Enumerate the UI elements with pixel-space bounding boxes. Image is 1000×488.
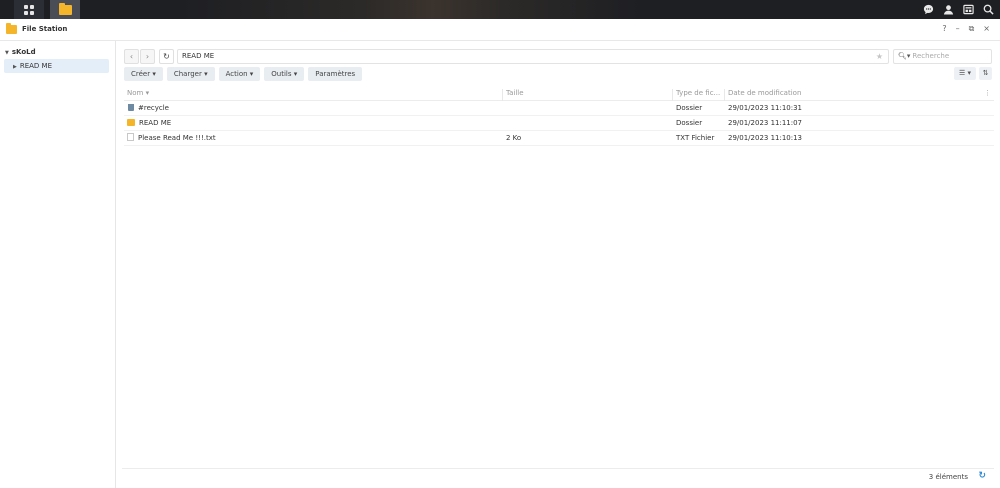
settings-button[interactable]: Paramètres <box>308 67 363 81</box>
help-button[interactable]: ? <box>942 24 946 34</box>
table-header: Nom ▾ Taille Type de fic... Date de modi… <box>124 87 994 101</box>
tree-root-item[interactable]: ▼ sKoLd <box>0 46 115 58</box>
file-table: Nom ▾ Taille Type de fic... Date de modi… <box>124 87 994 146</box>
file-station-icon <box>6 23 17 34</box>
trash-icon <box>128 103 134 111</box>
file-date: 29/01/2023 11:10:13 <box>728 134 803 142</box>
search-input[interactable]: 🔍︎▾ Recherche <box>893 49 992 64</box>
taskbar <box>0 0 1000 19</box>
file-size: 2 Ko <box>506 134 522 142</box>
file-name: Please Read Me !!!.txt <box>138 134 216 142</box>
path-text: READ ME <box>182 52 215 60</box>
back-button[interactable]: ‹ <box>124 49 139 64</box>
sort-icon: ⇅ <box>982 69 989 77</box>
header-type[interactable]: Type de fic... <box>676 89 720 97</box>
caret-down-icon[interactable]: ▼ <box>5 47 9 59</box>
navigation-bar: ‹ › ↻ READ ME ★ 🔍︎▾ Recherche <box>122 49 994 64</box>
status-bar: 3 éléments ↻ <box>122 468 994 484</box>
restore-button[interactable]: ⧉ <box>969 24 975 34</box>
sidebar-item-label: READ ME <box>19 62 53 70</box>
widgets-icon[interactable] <box>962 4 974 16</box>
window-title: File Station <box>22 25 68 33</box>
sort-button[interactable]: ⇅ <box>979 67 992 80</box>
folder-icon <box>58 2 72 15</box>
user-icon[interactable] <box>942 4 954 16</box>
path-field[interactable]: READ ME ★ <box>177 49 889 64</box>
file-type: Dossier <box>676 104 703 112</box>
upload-label: Charger <box>173 70 202 78</box>
file-date: 29/01/2023 11:10:31 <box>728 104 803 112</box>
header-name[interactable]: Nom ▾ <box>127 89 149 97</box>
wallpaper <box>180 0 640 19</box>
tools-button[interactable]: Outils ▾ <box>264 67 305 81</box>
folder-icon <box>127 118 135 126</box>
toolbar: Créer ▾ Charger ▾ Action ▾ Outils ▾ Para… <box>124 67 363 81</box>
window-titlebar[interactable]: File Station ? – ⧉ × <box>0 19 1000 41</box>
item-count: 3 éléments <box>928 473 968 481</box>
header-name-label: Nom <box>127 89 144 97</box>
refresh-icon[interactable]: ↻ <box>978 471 986 481</box>
taskbar-tray <box>922 0 994 19</box>
main-menu-button[interactable] <box>14 0 44 19</box>
upload-button[interactable]: Charger ▾ <box>166 67 215 81</box>
tools-label: Outils <box>271 70 292 78</box>
forward-button[interactable]: › <box>140 49 155 64</box>
column-divider[interactable] <box>724 89 725 101</box>
file-type: TXT Fichier <box>676 134 715 142</box>
star-icon[interactable]: ★ <box>876 50 883 63</box>
caret-right-icon[interactable]: ▶ <box>13 60 17 74</box>
file-name: READ ME <box>139 119 172 127</box>
minimize-button[interactable]: – <box>956 24 960 34</box>
create-button[interactable]: Créer ▾ <box>124 67 163 81</box>
chevron-right-icon: › <box>145 52 150 61</box>
sidebar-item-read-me[interactable]: ▶ READ ME <box>4 59 109 73</box>
file-type: Dossier <box>676 119 703 127</box>
window-controls: ? – ⧉ × <box>942 24 990 34</box>
search-icon[interactable] <box>982 4 994 16</box>
create-label: Créer <box>131 70 151 78</box>
list-icon: ☰ ▾ <box>958 69 971 77</box>
refresh-button[interactable]: ↻ <box>159 49 174 64</box>
table-row[interactable]: #recycle Dossier 29/01/2023 11:10:31 <box>124 101 994 116</box>
chevron-left-icon: ‹ <box>129 52 134 61</box>
search-placeholder: Recherche <box>912 52 950 60</box>
action-button[interactable]: Action ▾ <box>218 67 261 81</box>
view-controls: ☰ ▾ ⇅ <box>954 67 992 80</box>
column-menu-icon[interactable]: ⋮ <box>984 89 991 97</box>
sidebar: ▼ sKoLd ▶ READ ME <box>0 41 116 488</box>
text-file-icon <box>127 133 134 141</box>
main-panel: ‹ › ↻ READ ME ★ 🔍︎▾ Recherche Créer ▾ Cha… <box>122 41 994 488</box>
file-date: 29/01/2023 11:11:07 <box>728 119 803 127</box>
grid-icon <box>24 4 34 15</box>
taskbar-file-station-button[interactable] <box>50 0 80 19</box>
column-divider[interactable] <box>672 89 673 101</box>
chat-icon[interactable] <box>922 4 934 16</box>
list-view-button[interactable]: ☰ ▾ <box>954 67 976 80</box>
refresh-icon: ↻ <box>163 52 170 61</box>
header-date[interactable]: Date de modification <box>728 89 801 97</box>
close-button[interactable]: × <box>983 24 990 34</box>
table-row[interactable]: READ ME Dossier 29/01/2023 11:11:07 <box>124 116 994 131</box>
table-row[interactable]: Please Read Me !!!.txt 2 Ko TXT Fichier … <box>124 131 994 146</box>
header-size[interactable]: Taille <box>506 89 524 97</box>
file-name: #recycle <box>138 104 169 112</box>
column-divider[interactable] <box>502 89 503 101</box>
search-icon[interactable]: 🔍︎▾ <box>898 52 910 60</box>
action-label: Action <box>225 70 248 78</box>
tree-root-label: sKoLd <box>11 48 36 56</box>
